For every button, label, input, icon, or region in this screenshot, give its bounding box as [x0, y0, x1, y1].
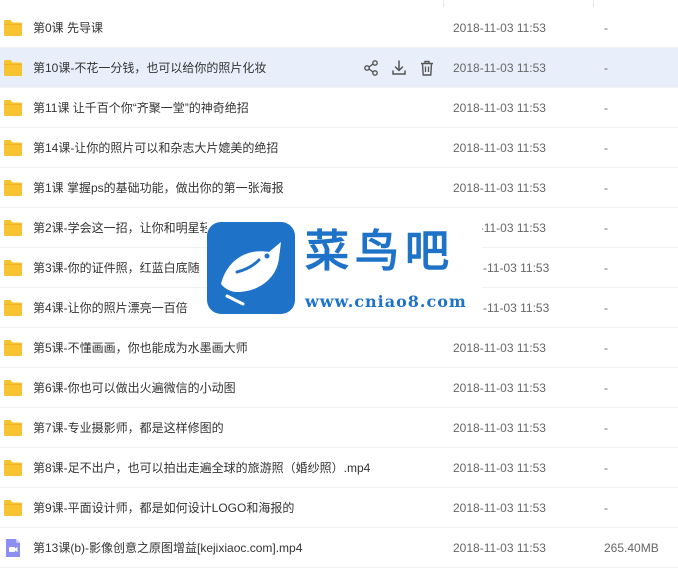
- file-name-link[interactable]: 第9课-平面设计师，都是如何设计LOGO和海报的: [33, 488, 294, 528]
- file-row[interactable]: 第14课-让你的照片可以和杂志大片媲美的绝招 2018-11-03 11:53 -: [0, 128, 678, 168]
- bird-logo-icon: [207, 222, 295, 314]
- file-row[interactable]: 第5课-不懂画画，你也能成为水墨画大师 2018-11-03 11:53 -: [0, 328, 678, 368]
- modified-date: 2018-11-03 11:53: [453, 181, 546, 195]
- column-separator: [443, 0, 444, 7]
- folder-icon: [3, 339, 23, 357]
- share-icon: [362, 60, 380, 80]
- file-row[interactable]: 第13课(b)-影像创意之原图增益[kejixiaoc.com].mp4 2018…: [0, 528, 678, 568]
- folder-icon: [3, 59, 23, 77]
- file-size: -: [604, 301, 608, 315]
- file-name-link[interactable]: 第6课-你也可以做出火遍微信的小动图: [33, 368, 236, 408]
- share-button[interactable]: [362, 59, 380, 77]
- modified-date: 2018-11-03 11:53: [453, 461, 546, 475]
- folder-icon: [3, 259, 23, 277]
- file-row[interactable]: 第1课 掌握ps的基础功能，做出你的第一张海报 2018-11-03 11:53 -: [0, 168, 678, 208]
- file-name-link[interactable]: 第7课-专业摄影师，都是这样修图的: [33, 408, 224, 448]
- folder-icon: [3, 139, 23, 157]
- folder-icon: [3, 179, 23, 197]
- row-actions: [362, 59, 436, 77]
- folder-icon: [3, 299, 23, 317]
- modified-date: 2018-11-03 11:53: [453, 421, 546, 435]
- folder-icon: [3, 379, 23, 397]
- file-name-link[interactable]: 第11课 让千百个你“齐聚一堂”的神奇绝招: [33, 88, 249, 128]
- watermark-url: www.cniao8.com: [305, 292, 467, 311]
- modified-date: -11-03 11:53: [483, 301, 550, 315]
- download-button[interactable]: [390, 59, 408, 77]
- modified-date: 2018-11-03 11:53: [453, 381, 546, 395]
- folder-icon: [3, 499, 23, 517]
- file-size: -: [604, 381, 608, 395]
- folder-icon: [3, 219, 23, 237]
- file-name-link[interactable]: 第5课-不懂画画，你也能成为水墨画大师: [33, 328, 248, 368]
- modified-date: 2018-11-03 11:53: [453, 341, 546, 355]
- modified-date: 2018-11-03 11:53: [453, 501, 546, 515]
- file-size: -: [604, 461, 608, 475]
- file-name-link[interactable]: 第10课-不花一分钱，也可以给你的照片化妆: [33, 48, 266, 88]
- folder-icon: [3, 99, 23, 117]
- watermark-title: 菜鸟吧: [305, 226, 455, 277]
- file-row[interactable]: 第6课-你也可以做出火遍微信的小动图 2018-11-03 11:53 -: [0, 368, 678, 408]
- file-row[interactable]: 第11课 让千百个你“齐聚一堂”的神奇绝招 2018-11-03 11:53 -: [0, 88, 678, 128]
- watermark: 菜鸟吧 www.cniao8.com: [207, 220, 482, 320]
- modified-date: 2018-11-03 11:53: [453, 101, 546, 115]
- file-row[interactable]: 第8课-足不出户，也可以拍出走遍全球的旅游照（婚纱照）.mp4 2018-11-0…: [0, 448, 678, 488]
- file-size: -: [604, 101, 608, 115]
- modified-date: -11-03 11:53: [483, 261, 550, 275]
- file-size: -: [604, 141, 608, 155]
- file-name-link[interactable]: 第3课-你的证件照，红蓝白底随: [33, 248, 200, 288]
- file-size: -: [604, 21, 608, 35]
- file-name-link[interactable]: 第14课-让你的照片可以和杂志大片媲美的绝招: [33, 128, 278, 168]
- file-name-link[interactable]: 第13课(b)-影像创意之原图增益[kejixiaoc.com].mp4: [33, 528, 302, 568]
- column-header-edge: [0, 0, 678, 8]
- folder-icon: [3, 19, 23, 37]
- download-icon: [390, 60, 408, 80]
- file-row[interactable]: 第9课-平面设计师，都是如何设计LOGO和海报的 2018-11-03 11:53…: [0, 488, 678, 528]
- folder-icon: [3, 459, 23, 477]
- file-size: -: [604, 61, 608, 75]
- file-name-link[interactable]: 第1课 掌握ps的基础功能，做出你的第一张海报: [33, 168, 284, 208]
- file-row[interactable]: 第7课-专业摄影师，都是这样修图的 2018-11-03 11:53 -: [0, 408, 678, 448]
- file-size: -: [604, 501, 608, 515]
- trash-icon: [418, 60, 436, 80]
- modified-date: 2018-11-03 11:53: [453, 61, 546, 75]
- file-size: -: [604, 221, 608, 235]
- modified-date: 2018-11-03 11:53: [453, 21, 546, 35]
- file-row[interactable]: 第10课-不花一分钱，也可以给你的照片化妆 2018-11-03 11:53 -: [0, 48, 678, 88]
- file-size: -: [604, 421, 608, 435]
- file-name-link[interactable]: 第8课-足不出户，也可以拍出走遍全球的旅游照（婚纱照）.mp4: [33, 448, 370, 488]
- file-size: 265.40MB: [604, 541, 659, 555]
- file-name-link[interactable]: 第4课-让你的照片漂亮一百倍: [33, 288, 188, 328]
- folder-icon: [3, 419, 23, 437]
- modified-date: 2018-11-03 11:53: [453, 141, 546, 155]
- video-file-icon: [3, 539, 23, 557]
- file-name-link[interactable]: 第0课 先导课: [33, 8, 103, 48]
- file-size: -: [604, 341, 608, 355]
- delete-button[interactable]: [418, 59, 436, 77]
- file-size: -: [604, 261, 608, 275]
- file-size: -: [604, 181, 608, 195]
- modified-date: 2018-11-03 11:53: [453, 541, 546, 555]
- file-row[interactable]: 第0课 先导课 2018-11-03 11:53 -: [0, 8, 678, 48]
- column-separator: [593, 0, 594, 7]
